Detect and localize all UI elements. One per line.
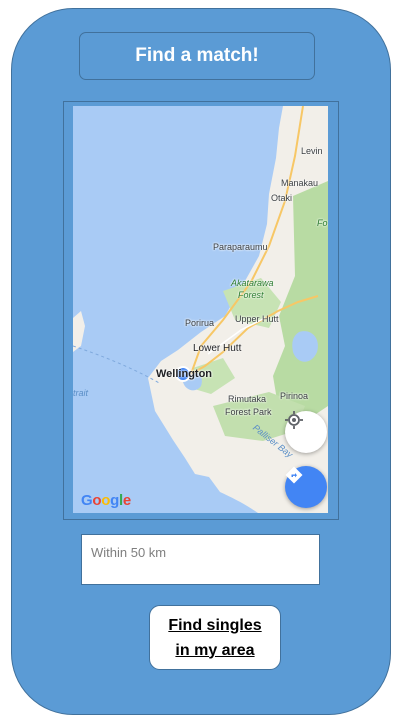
google-logo: Google bbox=[81, 492, 131, 509]
map-view[interactable]: Levin Manakau Otaki Fo Paraparaumu Akata… bbox=[73, 106, 328, 513]
directions-icon bbox=[285, 466, 303, 484]
map-label-fo: Fo bbox=[317, 218, 328, 228]
map-label-otaki: Otaki bbox=[271, 193, 293, 203]
map-label-manakau: Manakau bbox=[281, 178, 319, 188]
map-label-lower-hutt: Lower Hutt bbox=[193, 343, 242, 354]
find-singles-button[interactable]: Find singles in my area bbox=[149, 605, 281, 670]
map-label-paraparaumu: Paraparaumu bbox=[213, 242, 268, 252]
map-label-rimutaka: Rimutaka bbox=[228, 394, 267, 404]
directions-button[interactable] bbox=[285, 466, 327, 508]
map-label-strait: trait bbox=[73, 388, 89, 398]
map-label-pirinoa: Pirinoa bbox=[280, 391, 309, 401]
map-label-rimutaka-forest-park: Forest Park bbox=[225, 407, 272, 417]
distance-input-value: Within 50 km bbox=[91, 545, 167, 560]
map-label-akatarawa-forest: Forest bbox=[238, 290, 264, 300]
distance-input[interactable]: Within 50 km bbox=[81, 534, 320, 585]
page-title: Find a match! bbox=[79, 32, 315, 80]
crosshair-icon bbox=[285, 411, 303, 429]
find-singles-line2: in my area bbox=[175, 641, 255, 659]
page-title-text: Find a match! bbox=[135, 45, 259, 66]
map-label-akatarawa: Akatarawa bbox=[231, 278, 274, 288]
find-singles-line1: Find singles bbox=[168, 616, 262, 634]
map-label-levin: Levin bbox=[301, 146, 323, 156]
map-label-upper-hutt: Upper Hutt bbox=[235, 314, 279, 324]
kapiti-island bbox=[73, 311, 85, 352]
map-label-wellington: Wellington bbox=[156, 368, 213, 380]
my-location-button[interactable] bbox=[285, 411, 327, 453]
ferry-route bbox=[73, 345, 162, 385]
map-label-porirua: Porirua bbox=[185, 318, 215, 328]
